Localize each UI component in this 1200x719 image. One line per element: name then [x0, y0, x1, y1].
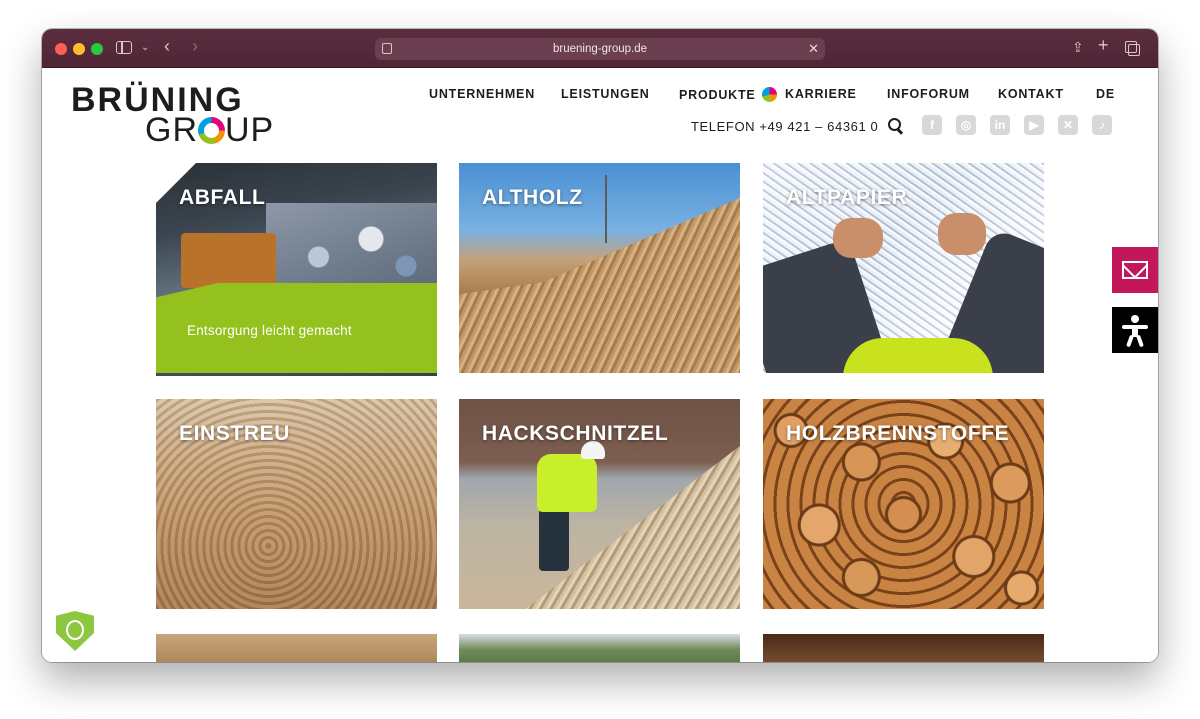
tab-overview-icon[interactable]	[1125, 41, 1140, 56]
maximize-window-button[interactable]	[91, 43, 103, 55]
tile-title: HACKSCHNITZEL	[482, 422, 669, 445]
envelope-icon	[1122, 261, 1148, 279]
tile-title: ABFALL	[179, 186, 266, 209]
tile-subtitle: Entsorgung leicht gemacht	[187, 323, 352, 338]
tile-holzbrennstoffe[interactable]: HOLZBRENNSTOFFE	[763, 399, 1044, 609]
page-menu-icon[interactable]	[382, 43, 392, 54]
url-text: bruening-group.de	[553, 43, 647, 55]
tile-title: ALTHOLZ	[482, 186, 583, 209]
produkte-color-icon	[761, 87, 777, 102]
chevron-down-icon[interactable]: ⌄	[141, 41, 149, 55]
tile-abfall[interactable]: ABFALL Entsorgung leicht gemacht	[156, 163, 437, 376]
browser-window: ⌄ ‹ › bruening-group.de ✕ ⇪ + BRÜNING GR…	[42, 29, 1158, 662]
tile-einstreu[interactable]: EINSTREU	[156, 399, 437, 609]
accessibility-icon	[1131, 315, 1139, 323]
nav-item-leistungen[interactable]: LEISTUNGEN	[561, 87, 650, 101]
privacy-settings-button[interactable]	[56, 611, 94, 651]
new-tab-icon[interactable]: +	[1098, 36, 1109, 54]
linkedin-icon[interactable]: in	[990, 115, 1010, 135]
nav-item-produkte[interactable]: PRODUKTE	[679, 87, 777, 102]
loader-photo	[181, 233, 276, 288]
share-icon[interactable]: ⇪	[1072, 40, 1084, 54]
worker-photo	[537, 454, 597, 512]
phone-number[interactable]: TELEFON +49 421 – 64361 0	[691, 119, 878, 134]
wood-pile-photo	[459, 198, 740, 373]
xing-icon[interactable]: ✕	[1058, 115, 1078, 135]
tile-title: ALTPAPIER	[786, 186, 908, 209]
tile-title: HOLZBRENNSTOFFE	[786, 422, 1010, 445]
tile-row3-middle[interactable]	[459, 634, 740, 662]
tile-row3-right[interactable]	[763, 634, 1044, 662]
tile-hackschnitzel[interactable]: HACKSCHNITZEL	[459, 399, 740, 609]
back-arrow-icon[interactable]: ‹	[164, 37, 170, 55]
address-bar[interactable]: bruening-group.de ✕	[375, 38, 825, 60]
tile-title: EINSTREU	[179, 422, 290, 445]
logo-line2: GR UP	[145, 111, 275, 149]
tile-row3-left[interactable]	[156, 634, 437, 662]
youtube-icon[interactable]: ▶	[1024, 115, 1044, 135]
instagram-icon[interactable]: ◎	[956, 115, 976, 135]
main-navigation: UNTERNEHMEN LEISTUNGEN PRODUKTE KARRIERE…	[42, 87, 1158, 103]
close-window-button[interactable]	[55, 43, 67, 55]
close-icon[interactable]: ✕	[808, 38, 819, 60]
waste-photo	[266, 203, 437, 293]
language-switch[interactable]: DE	[1096, 87, 1115, 101]
search-icon[interactable]	[888, 118, 904, 134]
contact-mail-button[interactable]	[1112, 247, 1158, 293]
browser-titlebar: ⌄ ‹ › bruening-group.de ✕ ⇪ +	[42, 29, 1158, 68]
tile-altpapier[interactable]: ALTPAPIER	[763, 163, 1044, 373]
tile-altholz[interactable]: ALTHOLZ	[459, 163, 740, 373]
webpage: BRÜNING GR UP UNTERNEHMEN LEISTUNGEN PROD…	[42, 69, 1158, 662]
tiktok-icon[interactable]: ♪	[1092, 115, 1112, 135]
fingerprint-icon	[66, 620, 84, 640]
nav-item-karriere[interactable]: KARRIERE	[785, 87, 857, 101]
accessibility-button[interactable]	[1112, 307, 1158, 353]
nav-item-infoforum[interactable]: INFOFORUM	[887, 87, 970, 101]
facebook-icon[interactable]: f	[922, 115, 942, 135]
sidebar-toggle-icon[interactable]	[116, 41, 132, 54]
nav-item-kontakt[interactable]: KONTAKT	[998, 87, 1064, 101]
forward-arrow-icon[interactable]: ›	[192, 37, 198, 55]
nav-item-unternehmen[interactable]: UNTERNEHMEN	[429, 87, 535, 101]
logo-ring-icon	[198, 117, 225, 144]
minimize-window-button[interactable]	[73, 43, 85, 55]
